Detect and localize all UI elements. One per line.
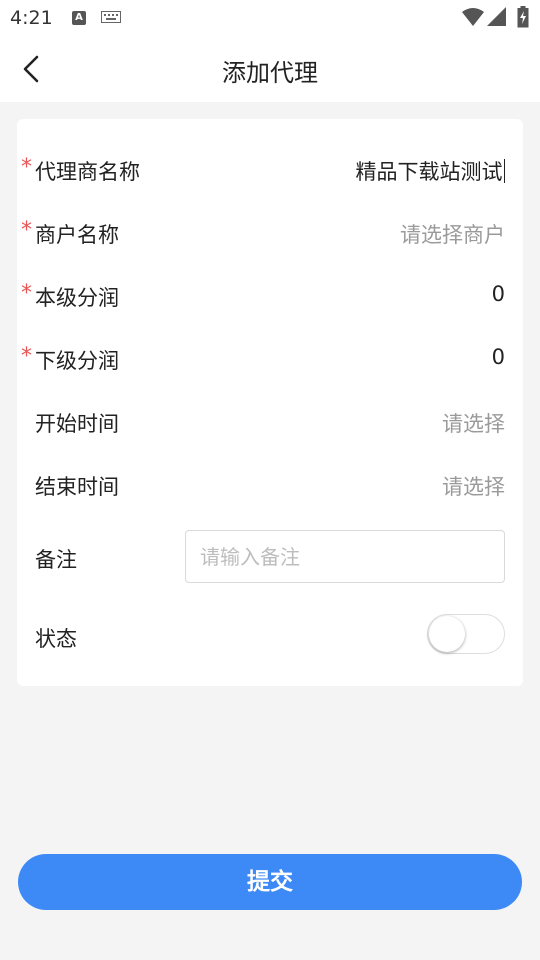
wifi-icon [462, 8, 484, 26]
nav-bar: 添加代理 [0, 36, 540, 102]
text-cursor [503, 159, 505, 183]
this-level-share-label: 本级分润 [35, 286, 119, 310]
remark-label: 备注 [35, 548, 77, 572]
a-notification-icon: A [72, 11, 86, 25]
start-time-row[interactable]: 开始时间 请选择 [17, 390, 523, 453]
status-toggle[interactable] [427, 614, 505, 654]
merchant-name-label: 商户名称 [35, 223, 119, 247]
agent-name-row[interactable]: * 代理商名称 精品下载站测试 [17, 138, 523, 201]
remark-input[interactable] [185, 530, 505, 583]
required-mark: * [21, 281, 32, 306]
agent-name-field[interactable]: 精品下载站测试 [355, 156, 505, 186]
this-level-share-row[interactable]: * 本级分润 0 [17, 264, 523, 327]
agent-form: * 代理商名称 精品下载站测试 * 商户名称 请选择商户 * 本级分润 0 * … [17, 119, 523, 686]
end-time-picker[interactable]: 请选择 [442, 471, 505, 501]
agent-name-label: 代理商名称 [35, 160, 140, 184]
end-time-row[interactable]: 结束时间 请选择 [17, 453, 523, 516]
required-mark: * [21, 344, 32, 369]
required-mark: * [21, 218, 32, 243]
status-time: 4:21 [10, 7, 53, 29]
next-level-share-row[interactable]: * 下级分润 0 [17, 327, 523, 390]
next-level-share-input[interactable]: 0 [492, 345, 505, 369]
signal-icon [487, 7, 506, 26]
status-label: 状态 [35, 627, 77, 651]
agent-name-value: 精品下载站测试 [355, 160, 503, 184]
merchant-select[interactable]: 请选择商户 [400, 219, 505, 249]
required-mark: * [21, 155, 32, 180]
status-bar: 4:21 A [0, 0, 540, 36]
merchant-name-row[interactable]: * 商户名称 请选择商户 [17, 201, 523, 264]
end-time-label: 结束时间 [35, 475, 119, 499]
toggle-knob [429, 616, 465, 652]
next-level-share-label: 下级分润 [35, 349, 119, 373]
start-time-picker[interactable]: 请选择 [442, 408, 505, 438]
submit-button[interactable]: 提交 [18, 854, 522, 910]
start-time-label: 开始时间 [35, 412, 119, 436]
this-level-share-input[interactable]: 0 [492, 282, 505, 306]
keyboard-icon [101, 11, 121, 23]
battery-icon [517, 6, 529, 28]
page-title: 添加代理 [222, 59, 318, 87]
